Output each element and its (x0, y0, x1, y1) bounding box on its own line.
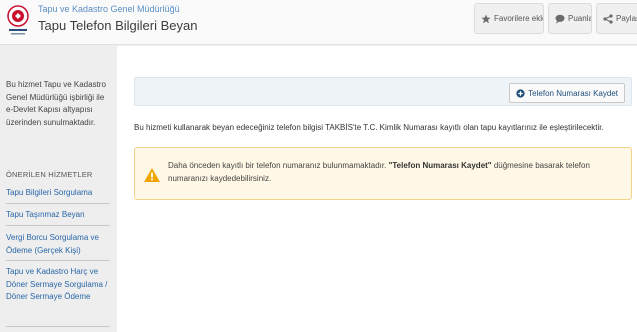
tkgm-logo[interactable] (6, 5, 30, 39)
star-icon (481, 14, 491, 23)
save-phone-number-label: Telefon Numarası Kaydet (528, 88, 618, 98)
sidebar-divider (6, 260, 110, 261)
plus-circle-icon (516, 88, 525, 98)
share-button[interactable]: Paylaş (596, 3, 637, 34)
sidebar-divider (6, 326, 110, 327)
rate-button-label: Puanla (568, 14, 592, 23)
rate-button[interactable]: Puanla (548, 3, 592, 34)
alert-text-part: Daha önceden kayıtlı bir telefon numaran… (168, 161, 389, 170)
warning-triangle-icon (144, 168, 160, 182)
service-intro-text: Bu hizmeti kullanarak beyan edeceğiniz t… (134, 123, 604, 132)
speech-bubble-icon (555, 14, 565, 24)
sidebar-link-vergi-borcu-sorgulama[interactable]: Vergi Borcu Sorgulama ve Ödeme (Gerçek K… (6, 232, 110, 257)
service-description: Bu hizmet Tapu ve Kadastro Genel Müdürlü… (6, 80, 106, 127)
sidebar-link-harc-doner-sermaye[interactable]: Tapu ve Kadastro Harç ve Döner Sermaye S… (6, 266, 110, 304)
sidebar: Bu hizmet Tapu ve Kadastro Genel Müdürlü… (0, 46, 117, 332)
share-button-label: Paylaş (616, 14, 637, 23)
alert-emphasis: "Telefon Numarası Kaydet" (388, 161, 492, 170)
save-phone-number-button[interactable]: Telefon Numarası Kaydet (509, 83, 625, 103)
favorite-button-label: Favorilere ekle (494, 14, 544, 23)
action-bar: Telefon Numarası Kaydet (134, 77, 632, 106)
main-content: Telefon Numarası Kaydet Bu hizmeti kulla… (117, 46, 637, 332)
recommended-services-heading: ÖNERİLEN HİZMETLER (6, 170, 93, 179)
warning-alert-message: Daha önceden kayıtlı bir telefon numaran… (168, 159, 628, 185)
sidebar-divider (6, 225, 110, 226)
organization-name[interactable]: Tapu ve Kadastro Genel Müdürlüğü (38, 4, 180, 14)
sidebar-divider (6, 203, 110, 204)
share-icon (603, 13, 613, 24)
sidebar-link-tapu-bilgileri-sorgulama[interactable]: Tapu Bilgileri Sorgulama (6, 187, 110, 200)
sidebar-link-tapu-tasinmaz-beyan[interactable]: Tapu Taşınmaz Beyan (6, 209, 110, 222)
page-title: Tapu Telefon Bilgileri Beyan (38, 18, 198, 33)
page-header: Tapu ve Kadastro Genel Müdürlüğü Tapu Te… (0, 0, 637, 45)
warning-alert: Daha önceden kayıtlı bir telefon numaran… (134, 147, 632, 200)
add-to-favorites-button[interactable]: Favorilere ekle (474, 3, 544, 34)
